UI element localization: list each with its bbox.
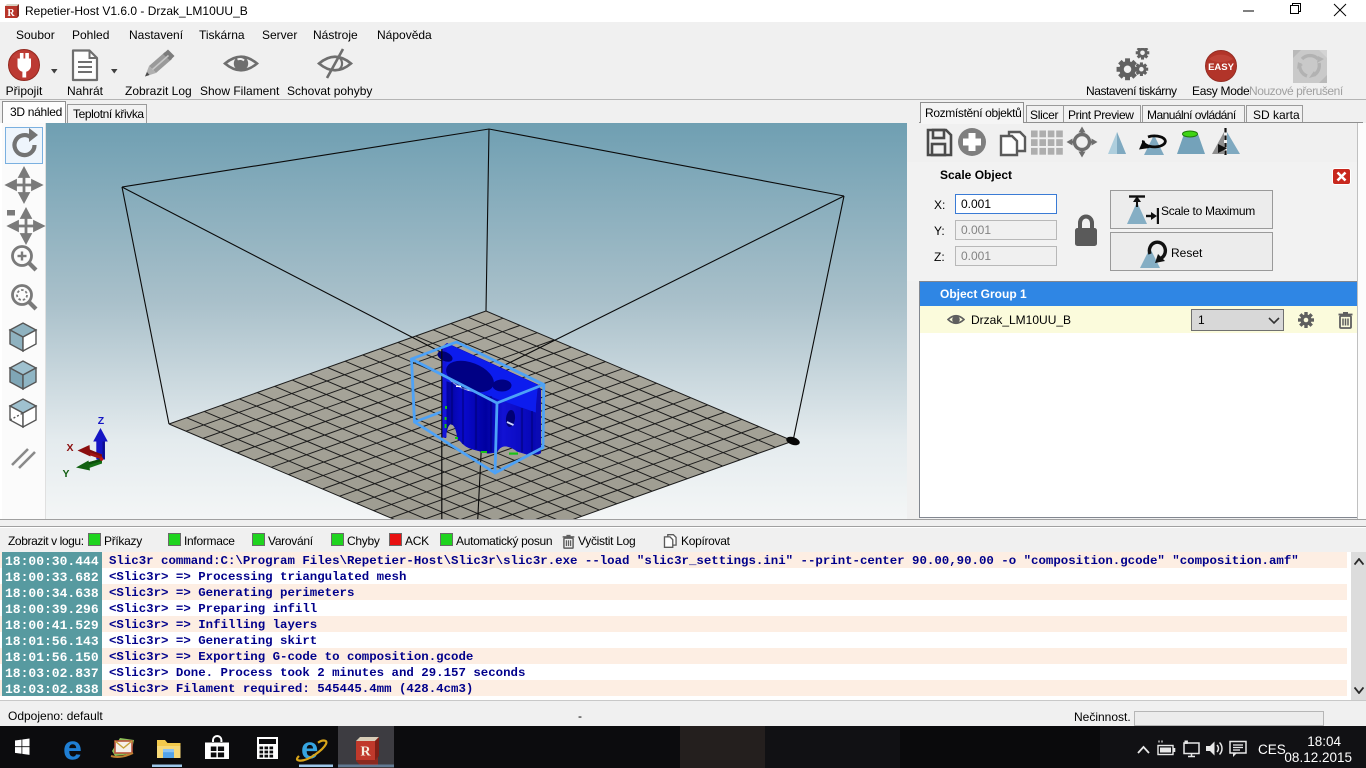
svg-text:Y: Y [62, 468, 69, 480]
svg-text:Z: Z [98, 415, 105, 427]
svg-text:X: X [66, 442, 73, 454]
svg-text:18:04: 18:04 [1307, 734, 1341, 749]
svg-text:08.12.2015: 08.12.2015 [1284, 750, 1352, 765]
svg-text:EASY: EASY [1208, 62, 1235, 73]
svg-text:R: R [360, 745, 371, 760]
svg-text:CES: CES [1258, 742, 1286, 757]
svg-text:R: R [7, 8, 15, 19]
svg-text:e: e [63, 730, 82, 768]
